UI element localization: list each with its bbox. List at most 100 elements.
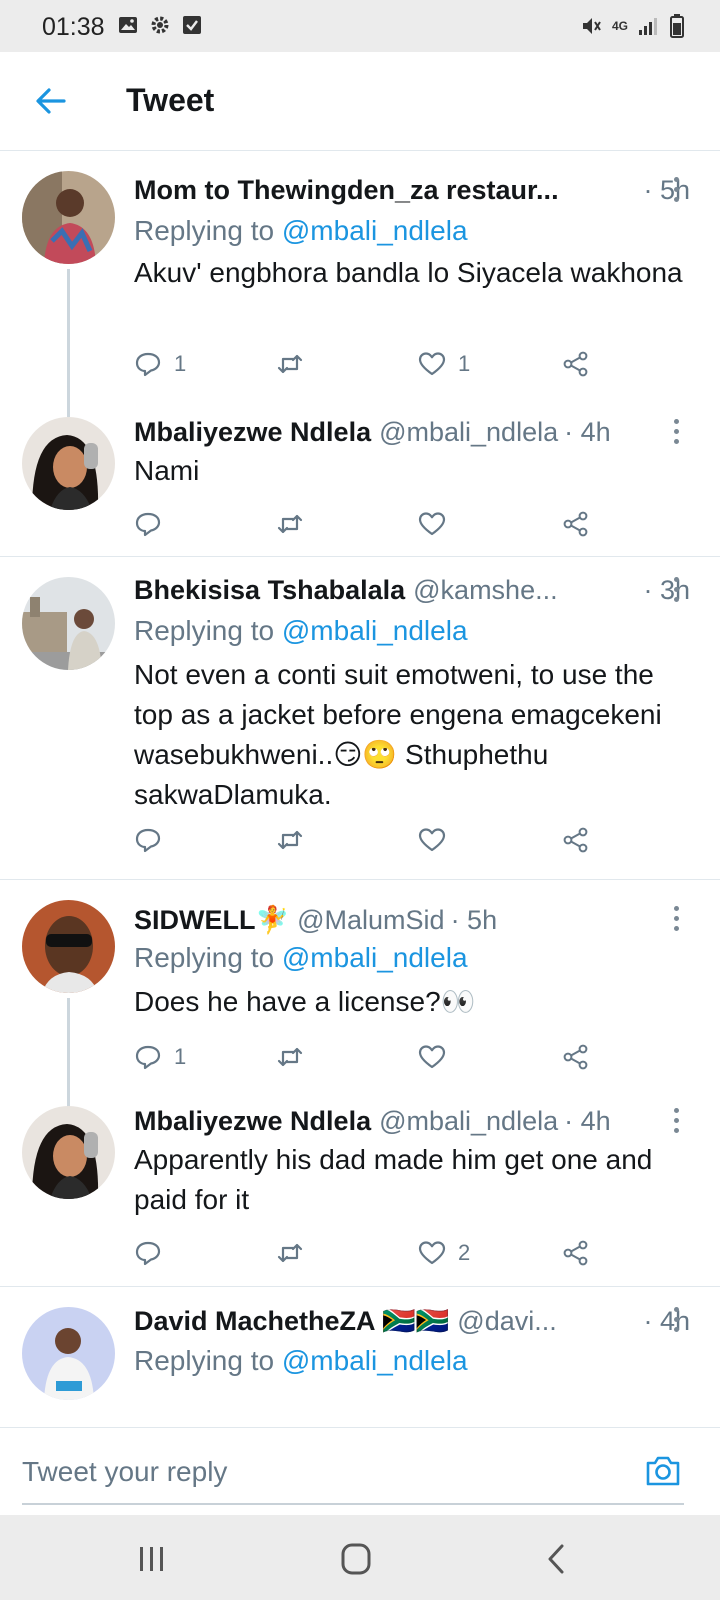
replying-to: Replying to @mbali_ndlela — [134, 615, 468, 647]
tweet-time: · 4h — [643, 1306, 690, 1336]
reply-icon — [135, 352, 161, 377]
reply-button[interactable] — [134, 823, 174, 857]
reply-button[interactable]: 1 — [134, 1040, 186, 1074]
avatar[interactable] — [22, 1307, 115, 1400]
avatar[interactable] — [22, 171, 115, 264]
tweet-item[interactable]: Mom to Thewingden_za restaur... · 5h Rep… — [0, 151, 720, 417]
retweet-icon — [277, 1243, 303, 1263]
tweet-text: Does he have a license?👀 — [134, 986, 476, 1017]
share-icon — [563, 827, 588, 853]
retweet-button[interactable] — [276, 1236, 316, 1270]
reply-feed: Mom to Thewingden_za restaur... · 5h Rep… — [0, 151, 720, 1427]
heart-icon — [418, 828, 446, 852]
retweet-button[interactable] — [276, 347, 316, 381]
reply-composer: Tweet your reply — [0, 1427, 720, 1516]
camera-icon[interactable] — [644, 1452, 682, 1490]
reply-count: 1 — [174, 351, 187, 376]
checkbox-icon — [183, 16, 201, 34]
heart-icon — [418, 1045, 446, 1069]
reply-button[interactable] — [134, 1236, 174, 1270]
recent-apps-icon[interactable] — [132, 1543, 172, 1575]
tweet-author-name[interactable]: David MachetheZA 🇿🇦🇿🇦 — [134, 1305, 449, 1337]
tweet-item[interactable]: Mbaliyezwe Ndlela @mbali_ndlela · 4h Nam… — [0, 401, 720, 556]
reply-count: 1 — [174, 1044, 187, 1069]
more-options-icon[interactable] — [672, 1108, 680, 1138]
replying-to-prefix: Replying to — [134, 942, 275, 973]
more-options-icon[interactable] — [672, 1307, 680, 1337]
network-type: 4G — [611, 19, 628, 33]
like-count: 1 — [458, 351, 471, 376]
tweet-item[interactable]: Bhekisisa Tshabalala @kamshe... · 3h Rep… — [0, 557, 720, 879]
mention-link[interactable]: @mbali_ndlela — [282, 942, 468, 973]
avatar[interactable] — [22, 1106, 115, 1199]
tweet-author-handle[interactable]: @mbali_ndlela — [379, 417, 558, 448]
tweet-item[interactable]: David MachetheZA 🇿🇦🇿🇦 @davi... · 4h Repl… — [0, 1287, 720, 1427]
replying-to-prefix: Replying to — [134, 1345, 275, 1376]
replying-to: Replying to @mbali_ndlela — [134, 1345, 468, 1377]
more-options-icon[interactable] — [672, 177, 680, 207]
like-button[interactable] — [418, 823, 458, 857]
reply-button[interactable]: 1 — [134, 347, 186, 381]
reply-icon — [135, 1045, 161, 1070]
tweet-item[interactable]: Mbaliyezwe Ndlela @mbali_ndlela · 4h App… — [0, 1090, 720, 1286]
share-button[interactable] — [562, 1040, 590, 1074]
reply-icon — [135, 828, 161, 853]
tweet-actions: 1 — [134, 1040, 604, 1074]
mention-link[interactable]: @mbali_ndlela — [282, 1345, 468, 1376]
tweet-author-handle[interactable]: @davi... — [457, 1306, 556, 1337]
retweet-button[interactable] — [276, 507, 316, 541]
more-options-icon[interactable] — [672, 577, 680, 607]
tweet-item[interactable]: SIDWELL🧚 @MalumSid · 5h Replying to @mba… — [0, 880, 720, 1118]
back-icon[interactable] — [538, 1543, 578, 1575]
retweet-icon — [277, 830, 303, 850]
like-button[interactable] — [418, 507, 458, 541]
app-header: Tweet — [0, 52, 720, 151]
tweet-author-name[interactable]: Mom to Thewingden_za restaur... — [134, 175, 559, 206]
reply-input[interactable]: Tweet your reply — [22, 1456, 227, 1488]
tweet-author-name[interactable]: Bhekisisa Tshabalala — [134, 575, 405, 606]
retweet-button[interactable] — [276, 1040, 316, 1074]
home-icon[interactable] — [336, 1543, 376, 1575]
retweet-icon — [277, 514, 303, 534]
mention-link[interactable]: @mbali_ndlela — [282, 615, 468, 646]
tweet-author-handle[interactable]: @MalumSid — [297, 905, 444, 936]
tweet-actions: 1 1 — [134, 347, 604, 381]
share-button[interactable] — [562, 347, 590, 381]
tweet-author-name[interactable]: SIDWELL🧚 — [134, 904, 289, 936]
share-icon — [563, 511, 588, 537]
share-button[interactable] — [562, 823, 590, 857]
avatar[interactable] — [22, 577, 115, 670]
tweet-time: · 5h — [450, 905, 498, 935]
share-icon — [563, 1240, 588, 1266]
thread-line — [67, 269, 70, 417]
reply-icon — [135, 512, 161, 537]
retweet-button[interactable] — [276, 823, 316, 857]
back-arrow-icon[interactable] — [34, 84, 68, 118]
tweet-author-name[interactable]: Mbaliyezwe Ndlela — [134, 1106, 371, 1137]
share-button[interactable] — [562, 507, 590, 541]
mention-link[interactable]: @mbali_ndlela — [282, 215, 468, 246]
tweet-actions: 2 — [134, 1236, 604, 1270]
tweet-author-handle[interactable]: @mbali_ndlela — [379, 1106, 558, 1137]
tweet-text: Akuv' engbhora bandla lo Siyacela wakhon… — [134, 257, 683, 288]
more-options-icon[interactable] — [672, 419, 680, 449]
retweet-icon — [277, 1047, 303, 1067]
settings-icon — [151, 16, 169, 34]
like-count: 2 — [458, 1240, 471, 1265]
like-button[interactable]: 1 — [418, 347, 470, 381]
status-time: 01:38 — [42, 13, 105, 41]
like-button[interactable]: 2 — [418, 1236, 470, 1270]
replying-to-prefix: Replying to — [134, 615, 275, 646]
tweet-author-name[interactable]: Mbaliyezwe Ndlela — [134, 417, 371, 448]
like-button[interactable] — [418, 1040, 458, 1074]
share-icon — [563, 1044, 588, 1070]
avatar[interactable] — [22, 417, 115, 510]
tweet-text: Apparently his dad made him get one and … — [134, 1144, 653, 1215]
reply-button[interactable] — [134, 507, 174, 541]
tweet-author-handle[interactable]: @kamshe... — [413, 575, 557, 606]
reply-icon — [135, 1241, 161, 1266]
share-button[interactable] — [562, 1236, 590, 1270]
more-options-icon[interactable] — [672, 906, 680, 936]
tweet-actions — [134, 823, 604, 857]
avatar[interactable] — [22, 900, 115, 993]
